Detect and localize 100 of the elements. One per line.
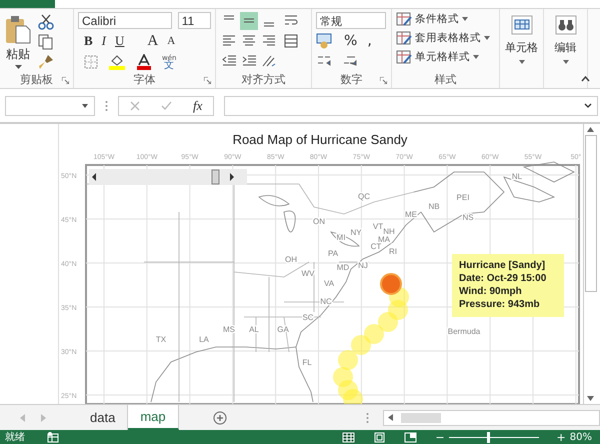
chart-title: Road Map of Hurricane Sandy: [232, 131, 408, 150]
add-sheet-icon[interactable]: [212, 410, 227, 425]
font-size-dropdown[interactable]: 11: [178, 12, 211, 29]
zoom-in-button[interactable]: +: [556, 430, 566, 444]
place-label: TX: [156, 335, 166, 344]
font-color-icon[interactable]: [136, 54, 152, 70]
zoom-out-button[interactable]: −: [435, 430, 445, 444]
cells-button[interactable]: 单元格: [505, 40, 538, 55]
scrollbar-thumb[interactable]: [400, 412, 441, 423]
table-style-icon: [396, 50, 412, 65]
tooltip-text: Date: Oct-29 15:00: [459, 272, 548, 286]
grow-font-button[interactable]: A: [147, 32, 158, 50]
grip-icon: [366, 412, 369, 424]
table-style-icon: [396, 30, 412, 46]
caret-icon[interactable]: [14, 64, 22, 69]
caret-icon[interactable]: [484, 36, 490, 40]
place-label: NB: [428, 202, 440, 212]
dialog-launcher-icon[interactable]: [62, 76, 69, 84]
border-icon[interactable]: [84, 54, 98, 69]
scissors-icon[interactable]: [38, 14, 54, 30]
styles-menu-button[interactable]: 套用表格格式: [415, 31, 481, 46]
group-label: 样式: [434, 72, 456, 88]
place-label: CT: [370, 242, 382, 252]
group-label: 字体: [134, 72, 156, 88]
caret-icon[interactable]: [82, 104, 88, 108]
place-label: NY: [350, 228, 362, 238]
editing-button[interactable]: 编辑: [554, 40, 576, 55]
fill-color-icon[interactable]: [108, 54, 126, 70]
place-label: MS: [223, 325, 235, 334]
place-label: MI: [336, 233, 346, 242]
shrink-font-button[interactable]: A: [167, 35, 176, 48]
place-label: NH: [383, 227, 395, 236]
scroll-down-icon[interactable]: [587, 396, 594, 402]
place-label: QC: [358, 192, 370, 202]
table-style-icon: [396, 12, 412, 27]
cells-icon[interactable]: [510, 14, 532, 35]
zoom-level-text[interactable]: 80%: [570, 432, 592, 443]
paste-label[interactable]: 粘贴: [6, 46, 30, 63]
align-icon: [263, 22, 275, 27]
place-label: NL: [512, 172, 522, 182]
horizontal-scrollbar[interactable]: [89, 169, 247, 186]
dialog-launcher-icon[interactable]: [204, 76, 211, 84]
place-label: NJ: [358, 261, 368, 270]
tooltip-text: Pressure: 943mb: [459, 298, 541, 312]
zoom-slider-thumb[interactable]: [487, 432, 490, 443]
vertical-scrollbar[interactable]: [583, 124, 597, 404]
text-orientation-icon[interactable]: [261, 54, 277, 68]
horizontal-scrollbar[interactable]: [382, 410, 600, 426]
align-icon: [223, 14, 235, 20]
binoculars-icon[interactable]: [554, 14, 576, 35]
scroll-left-icon[interactable]: [388, 414, 393, 422]
merge-cells-icon[interactable]: [284, 34, 298, 48]
font-name-dropdown[interactable]: Calibri: [78, 12, 172, 29]
styles-menu-button[interactable]: 单元格样式: [415, 50, 470, 64]
group-label: 数字: [340, 72, 362, 88]
place-label: ON: [313, 217, 325, 226]
align-icon: [222, 35, 236, 46]
status-text: 就绪: [5, 430, 25, 444]
comma-button[interactable]: ,: [367, 32, 372, 49]
scroll-up-icon[interactable]: [587, 127, 594, 132]
chevron-down-icon[interactable]: [584, 103, 592, 108]
collapse-ribbon-icon[interactable]: [581, 76, 590, 82]
place-label: NC: [320, 297, 332, 306]
place-label: VT: [372, 222, 384, 232]
sheet-tab[interactable]: map: [128, 405, 179, 430]
styles-menu-button[interactable]: 条件格式: [415, 12, 459, 26]
currency-format-icon[interactable]: [316, 32, 334, 49]
dialog-launcher-icon[interactable]: [380, 76, 387, 84]
formula-input[interactable]: [224, 96, 598, 116]
place-label: FL: [302, 358, 312, 368]
page-layout-icon[interactable]: [373, 432, 386, 443]
place-label: MA: [378, 235, 390, 244]
caret-icon[interactable]: [518, 60, 524, 64]
copy-icon[interactable]: [38, 34, 54, 50]
place-label: RI: [389, 247, 397, 256]
normal-view-icon[interactable]: [342, 432, 356, 443]
caret-icon[interactable]: [473, 55, 479, 60]
clipboard-icon[interactable]: [4, 14, 32, 44]
italic-button[interactable]: I: [102, 33, 106, 50]
bold-button[interactable]: B: [84, 33, 93, 50]
place-label: PA: [328, 249, 338, 258]
increase-indent-icon[interactable]: [242, 54, 256, 67]
percent-button[interactable]: %: [344, 32, 358, 49]
number-format-dropdown[interactable]: 常规: [316, 12, 386, 29]
place-label: Bermuda: [448, 327, 480, 336]
paintbrush-icon[interactable]: [38, 54, 54, 70]
place-label: MD: [336, 263, 350, 272]
page-break-icon[interactable]: [404, 432, 418, 443]
place-label: LA: [199, 335, 209, 344]
caret-icon[interactable]: [462, 17, 468, 22]
grip-icon: [105, 100, 108, 112]
align-button[interactable]: [240, 12, 258, 30]
underline-button[interactable]: U: [115, 33, 124, 50]
place-label: VA: [324, 279, 334, 288]
place-label: SC: [302, 313, 314, 322]
decrease-indent-icon[interactable]: [222, 54, 236, 67]
caret-icon[interactable]: [562, 60, 568, 64]
insert-function-button[interactable]: fx: [193, 98, 202, 114]
place-label: OH: [285, 255, 297, 264]
place-label: ME: [405, 210, 417, 220]
